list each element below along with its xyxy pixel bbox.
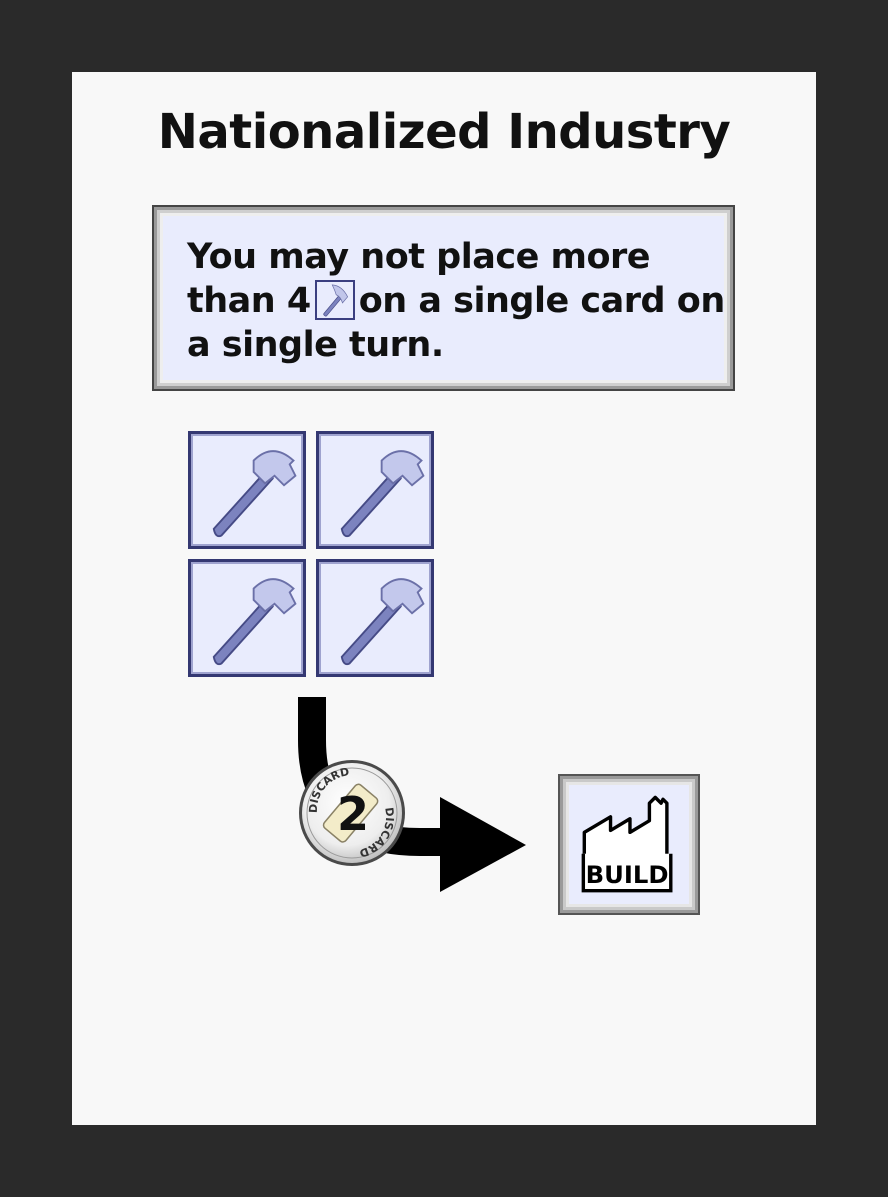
build-label: BUILD: [586, 860, 669, 889]
flow-arrow: [298, 697, 526, 892]
factory-build-icon: BUILD: [581, 795, 673, 893]
arrow-head: [440, 797, 526, 892]
discard-token-icon: DISCARD DISCARD 2: [297, 758, 407, 868]
build-action-box: BUILD: [558, 774, 700, 915]
discard-number: 2: [337, 787, 369, 841]
game-screen: { "card": { "title": "Nationalized Indus…: [0, 0, 888, 1197]
